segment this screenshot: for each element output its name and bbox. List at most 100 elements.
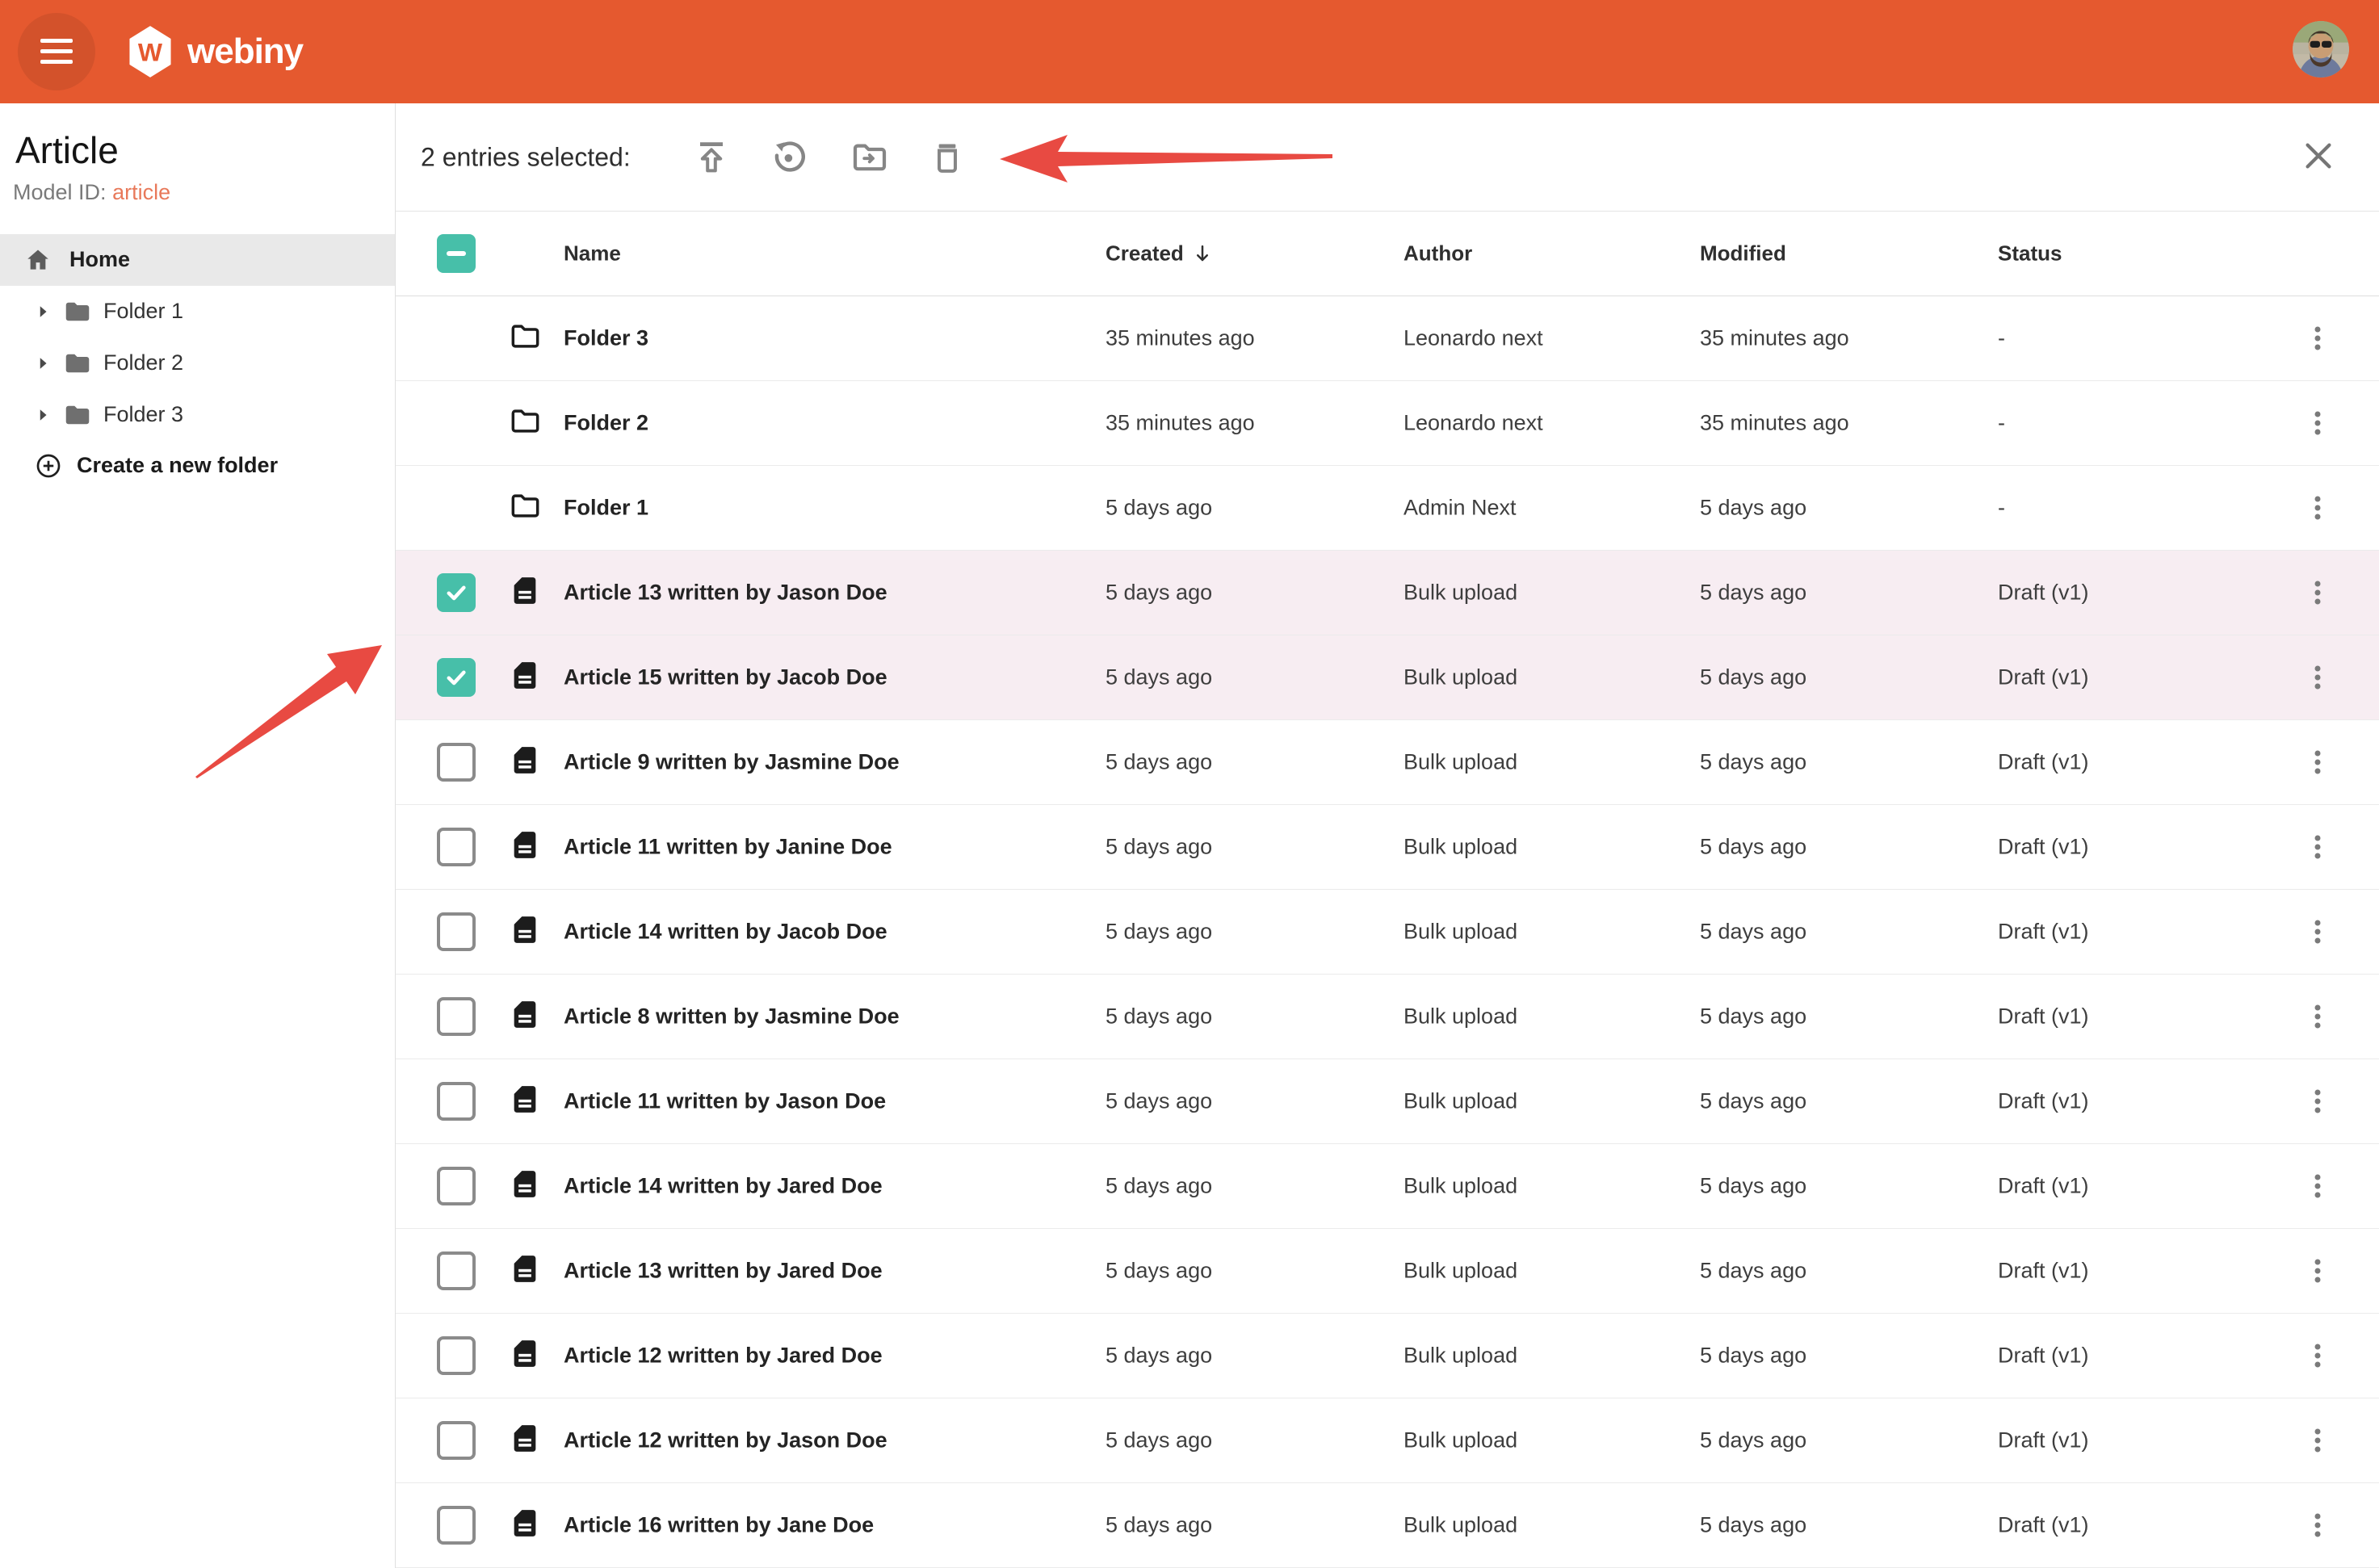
row-name[interactable]: Article 9 written by Jasmine Doe	[564, 750, 900, 775]
row-name[interactable]: Article 13 written by Jared Doe	[564, 1259, 883, 1284]
row-checkbox[interactable]	[437, 1421, 476, 1460]
table-row[interactable]: Article 13 written by Jason Doe5 days ag…	[396, 551, 2379, 635]
home-icon	[24, 246, 52, 274]
move-to-folder-icon[interactable]	[848, 136, 892, 179]
row-checkbox[interactable]	[437, 1506, 476, 1545]
table-row[interactable]: Article 16 written by Jane Doe5 days ago…	[396, 1483, 2379, 1568]
row-name[interactable]: Article 12 written by Jason Doe	[564, 1428, 887, 1453]
row-name[interactable]: Article 16 written by Jane Doe	[564, 1513, 874, 1538]
row-modified: 5 days ago	[1700, 750, 1806, 775]
row-checkbox[interactable]	[437, 1167, 476, 1205]
row-checkbox[interactable]	[437, 573, 476, 612]
row-name[interactable]: Article 14 written by Jacob Doe	[564, 920, 887, 945]
row-checkbox[interactable]	[437, 658, 476, 697]
sidebar-folder-item[interactable]: Folder 2	[0, 337, 395, 389]
table-row[interactable]: Article 8 written by Jasmine Doe5 days a…	[396, 975, 2379, 1059]
row-name[interactable]: Article 13 written by Jason Doe	[564, 581, 887, 606]
row-options-kebab-icon[interactable]	[2300, 908, 2335, 956]
row-options-kebab-icon[interactable]	[2300, 1077, 2335, 1126]
row-name[interactable]: Article 12 written by Jared Doe	[564, 1344, 883, 1369]
row-options-kebab-icon[interactable]	[2300, 314, 2335, 363]
table-row[interactable]: Article 11 written by Janine Doe5 days a…	[396, 805, 2379, 890]
row-checkbox[interactable]	[437, 828, 476, 866]
row-status: Draft (v1)	[1998, 1428, 2089, 1453]
sidebar-folder-item[interactable]: Folder 1	[0, 286, 395, 337]
select-all-checkbox[interactable]	[437, 234, 476, 273]
kebab-menu-icon	[2301, 661, 2334, 694]
table-header-row: Name Created Author Modified Status	[396, 212, 2379, 296]
row-name[interactable]: Article 11 written by Janine Doe	[564, 835, 892, 860]
table-row[interactable]: Article 12 written by Jared Doe 5 days ag…	[396, 1314, 2379, 1398]
table-row[interactable]: Article 15 written by Jacob Doe5 days ag…	[396, 635, 2379, 720]
row-options-kebab-icon[interactable]	[2300, 1331, 2335, 1380]
row-modified: 35 minutes ago	[1700, 326, 1849, 351]
column-header-author[interactable]: Author	[1403, 241, 1472, 266]
chevron-right-icon[interactable]	[32, 301, 53, 322]
row-name[interactable]: Folder 3	[564, 326, 648, 351]
row-created: 5 days ago	[1106, 1344, 1212, 1369]
row-options-kebab-icon[interactable]	[2300, 1501, 2335, 1549]
row-options-kebab-icon[interactable]	[2300, 738, 2335, 786]
row-options-kebab-icon[interactable]	[2300, 1247, 2335, 1295]
row-options-kebab-icon[interactable]	[2300, 568, 2335, 617]
row-type-icon	[509, 829, 541, 866]
row-checkbox[interactable]	[437, 1082, 476, 1121]
chevron-right-icon[interactable]	[32, 405, 53, 426]
row-checkbox[interactable]	[437, 997, 476, 1036]
row-type-icon	[509, 490, 541, 526]
restore-history-icon[interactable]	[766, 136, 810, 179]
kebab-menu-icon	[2301, 916, 2334, 948]
row-name[interactable]: Article 14 written by Jared Doe	[564, 1174, 883, 1199]
column-header-modified[interactable]: Modified	[1700, 241, 1786, 266]
row-options-kebab-icon[interactable]	[2300, 1416, 2335, 1465]
row-author: Leonardo next	[1403, 411, 1543, 436]
row-checkbox[interactable]	[437, 912, 476, 951]
row-name[interactable]: Folder 2	[564, 411, 648, 436]
user-avatar[interactable]	[2293, 21, 2349, 78]
row-options-kebab-icon[interactable]	[2300, 399, 2335, 447]
row-checkbox[interactable]	[437, 1251, 476, 1290]
row-name[interactable]: Article 15 written by Jacob Doe	[564, 665, 887, 690]
row-checkbox[interactable]	[437, 743, 476, 782]
table-row[interactable]: Folder 235 minutes agoLeonardo next35 mi…	[396, 381, 2379, 466]
row-modified: 5 days ago	[1700, 496, 1806, 521]
delete-trash-icon[interactable]	[925, 136, 969, 179]
row-options-kebab-icon[interactable]	[2300, 1162, 2335, 1210]
sidebar-item-home[interactable]: Home	[0, 234, 395, 286]
row-type-icon	[509, 1253, 541, 1289]
table-row[interactable]: Folder 335 minutes agoLeonardo next35 mi…	[396, 296, 2379, 381]
row-options-kebab-icon[interactable]	[2300, 653, 2335, 702]
table-row[interactable]: Folder 15 days agoAdmin Next5 days ago-	[396, 466, 2379, 551]
column-header-created[interactable]: Created	[1106, 241, 1215, 266]
kebab-menu-icon	[2301, 1000, 2334, 1033]
row-status: Draft (v1)	[1998, 1344, 2089, 1369]
row-author: Bulk upload	[1403, 1089, 1517, 1114]
row-options-kebab-icon[interactable]	[2300, 823, 2335, 871]
column-header-name[interactable]: Name	[564, 241, 621, 266]
table-row[interactable]: Article 13 written by Jared Doe5 days ag…	[396, 1229, 2379, 1314]
publish-export-icon[interactable]	[690, 136, 733, 179]
table-row[interactable]: Article 14 written by Jared Doe5 days ag…	[396, 1144, 2379, 1229]
row-name[interactable]: Article 11 written by Jason Doe	[564, 1089, 886, 1114]
selected-count-text: 2 entries selected:	[421, 142, 631, 172]
column-header-status[interactable]: Status	[1998, 241, 2062, 266]
row-author: Bulk upload	[1403, 1344, 1517, 1369]
sidebar-folder-item[interactable]: Folder 3	[0, 389, 395, 441]
row-name[interactable]: Article 8 written by Jasmine Doe	[564, 1004, 900, 1029]
table-row[interactable]: Article 9 written by Jasmine Doe 5 days a…	[396, 720, 2379, 805]
chevron-right-icon[interactable]	[32, 353, 53, 374]
row-checkbox[interactable]	[437, 1336, 476, 1375]
app-root: W webiny Article	[0, 0, 2379, 1568]
create-new-folder-button[interactable]: Create a new folder	[0, 452, 395, 480]
row-options-kebab-icon[interactable]	[2300, 484, 2335, 532]
close-icon[interactable]	[2298, 137, 2339, 178]
row-author: Bulk upload	[1403, 835, 1517, 860]
kebab-menu-icon	[2301, 407, 2334, 439]
row-options-kebab-icon[interactable]	[2300, 992, 2335, 1041]
table-row[interactable]: Article 14 written by Jacob Doe5 days ag…	[396, 890, 2379, 975]
table-row[interactable]: Article 12 written by Jason Doe 5 days ag…	[396, 1398, 2379, 1483]
row-modified: 5 days ago	[1700, 1428, 1806, 1453]
table-row[interactable]: Article 11 written by Jason Doe5 days ag…	[396, 1059, 2379, 1144]
row-name[interactable]: Folder 1	[564, 496, 648, 521]
hamburger-menu-icon[interactable]	[18, 13, 95, 90]
